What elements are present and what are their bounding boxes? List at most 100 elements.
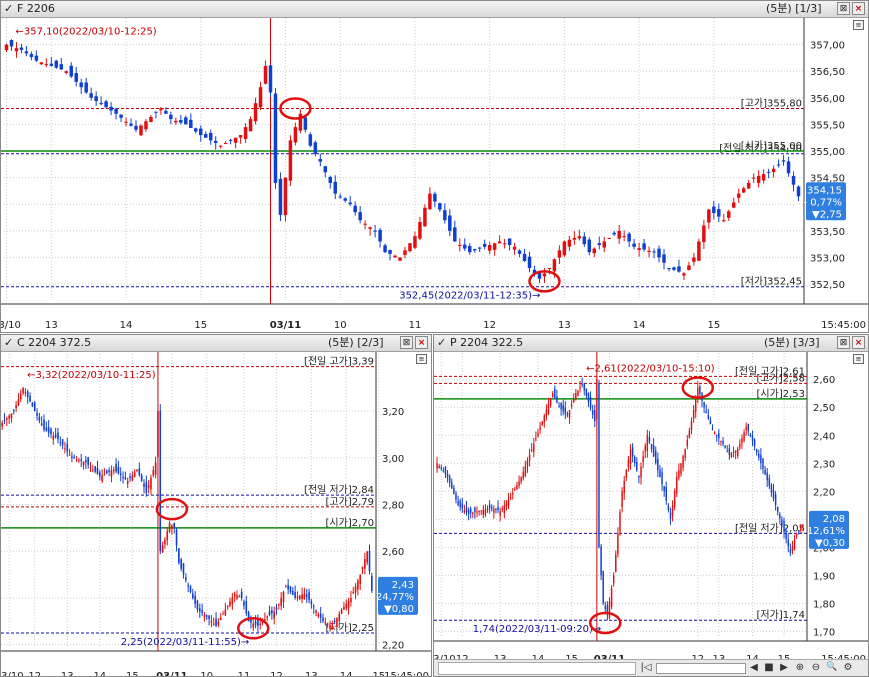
- candle-body: [178, 548, 180, 563]
- y-tick-label: 353,50: [810, 227, 845, 238]
- candle-body: [229, 601, 231, 607]
- candle-body: [650, 443, 653, 450]
- candle-body: [371, 576, 373, 591]
- candle-body: [570, 404, 573, 407]
- candle-body: [84, 82, 88, 93]
- candle-body: [443, 210, 447, 221]
- close-icon[interactable]: ×: [415, 336, 428, 349]
- candle-body: [94, 96, 98, 102]
- candle-body: [233, 137, 238, 143]
- scroll-track[interactable]: [438, 662, 636, 675]
- candle-body: [577, 236, 582, 239]
- gear-icon[interactable]: ⚙: [841, 660, 855, 675]
- settings-icon[interactable]: ⊠: [837, 2, 850, 15]
- candle-body: [640, 466, 642, 478]
- candle-body: [732, 452, 735, 454]
- candle-body: [275, 607, 278, 610]
- stop-icon[interactable]: ■: [762, 660, 776, 675]
- candle-body: [315, 610, 317, 613]
- chart-area-c[interactable]: [전일 고가]3,39[전일 저가]2,84[고가]2,79[시가]2,70[저…: [1, 352, 432, 676]
- candle-body: [615, 554, 617, 573]
- check-icon[interactable]: ✓: [437, 335, 449, 351]
- candle-body: [528, 454, 531, 461]
- candle-body: [495, 508, 497, 510]
- candle-body: [448, 476, 451, 483]
- y-tick-label: 1,90: [813, 571, 835, 582]
- candle-body: [457, 501, 459, 506]
- candle-body: [587, 392, 590, 402]
- prev-icon[interactable]: ◀: [747, 660, 761, 675]
- panel-info: (5분) [1/3]: [766, 2, 822, 15]
- candle-body: [627, 459, 630, 468]
- candle-body: [783, 520, 785, 532]
- chart-area-f[interactable]: [고가]355,80[전일 저가]354,90[시가]355,00[저가]352…: [1, 18, 869, 332]
- candle-body: [562, 404, 564, 412]
- candle-body: [524, 466, 527, 477]
- candle-body: [26, 391, 29, 398]
- candle-body: [134, 125, 138, 130]
- candle-body: [619, 512, 621, 532]
- candle-body: [472, 512, 474, 514]
- candle-body: [598, 382, 600, 548]
- y-tick-label: 2,40: [813, 431, 835, 442]
- candle-body: [313, 142, 318, 154]
- candle-body: [66, 443, 69, 452]
- candle-body: [22, 387, 24, 394]
- reference-label: [고가]355,80: [741, 97, 802, 109]
- candle-body: [301, 594, 303, 600]
- y-tick-label: 1,70: [813, 627, 835, 638]
- scroll-first-button[interactable]: |◁: [639, 660, 653, 675]
- candle-body: [517, 250, 522, 254]
- x-tick-label: 12: [28, 671, 41, 676]
- settings-icon[interactable]: ⊠: [837, 336, 850, 349]
- candle-body: [702, 225, 706, 243]
- settings-icon[interactable]: ⊠: [400, 336, 413, 349]
- candle-body: [119, 473, 122, 476]
- candle-body: [222, 613, 224, 615]
- candle-body: [189, 119, 193, 128]
- candle-body: [739, 443, 741, 448]
- candle-body: [527, 256, 532, 269]
- candle-body: [17, 399, 20, 406]
- close-icon[interactable]: ×: [852, 2, 865, 15]
- chart-area-p[interactable]: [전일 고가]2,61[고가]2,58[시가]2,53[전일 저가]2,05[저…: [434, 352, 869, 659]
- candle-body: [124, 477, 127, 480]
- candle-body: [465, 507, 468, 513]
- candle-body: [499, 510, 501, 516]
- next-icon[interactable]: ▶: [777, 660, 791, 675]
- candle-body: [24, 392, 27, 394]
- candle-body: [231, 597, 234, 605]
- candle-body: [215, 618, 217, 626]
- candle-body: [587, 239, 592, 253]
- candle-body: [762, 458, 764, 469]
- check-icon[interactable]: ✓: [4, 335, 16, 351]
- candle-body: [711, 428, 714, 430]
- x-tick-label: 11: [238, 671, 251, 676]
- zoom-out-icon[interactable]: ⊖: [809, 660, 823, 675]
- candle-body: [54, 60, 59, 68]
- candle-body: [39, 62, 44, 65]
- candle-body: [554, 388, 556, 398]
- zoom-in-icon[interactable]: ⊕: [793, 660, 807, 675]
- candle-body: [741, 438, 743, 444]
- candle-body: [324, 622, 327, 624]
- scroll-thumb[interactable]: [656, 663, 746, 674]
- current-change-diff: ▼0,30: [815, 538, 845, 549]
- candle-body: [727, 211, 731, 218]
- candle-body: [453, 487, 455, 495]
- candle-body: [541, 421, 543, 426]
- candle-body: [502, 243, 507, 245]
- candle-body: [194, 128, 198, 132]
- candle-body: [40, 423, 43, 426]
- candle-body: [665, 486, 667, 501]
- candle-body: [131, 475, 134, 481]
- candle-body: [535, 438, 537, 440]
- candle-body: [789, 549, 792, 553]
- check-icon[interactable]: ✓: [4, 1, 16, 17]
- candle-body: [579, 387, 581, 389]
- candle-body: [507, 499, 510, 506]
- candle-body: [745, 426, 747, 431]
- search-icon[interactable]: 🔍: [825, 660, 839, 675]
- candle-body: [612, 232, 616, 235]
- close-icon[interactable]: ×: [852, 336, 865, 349]
